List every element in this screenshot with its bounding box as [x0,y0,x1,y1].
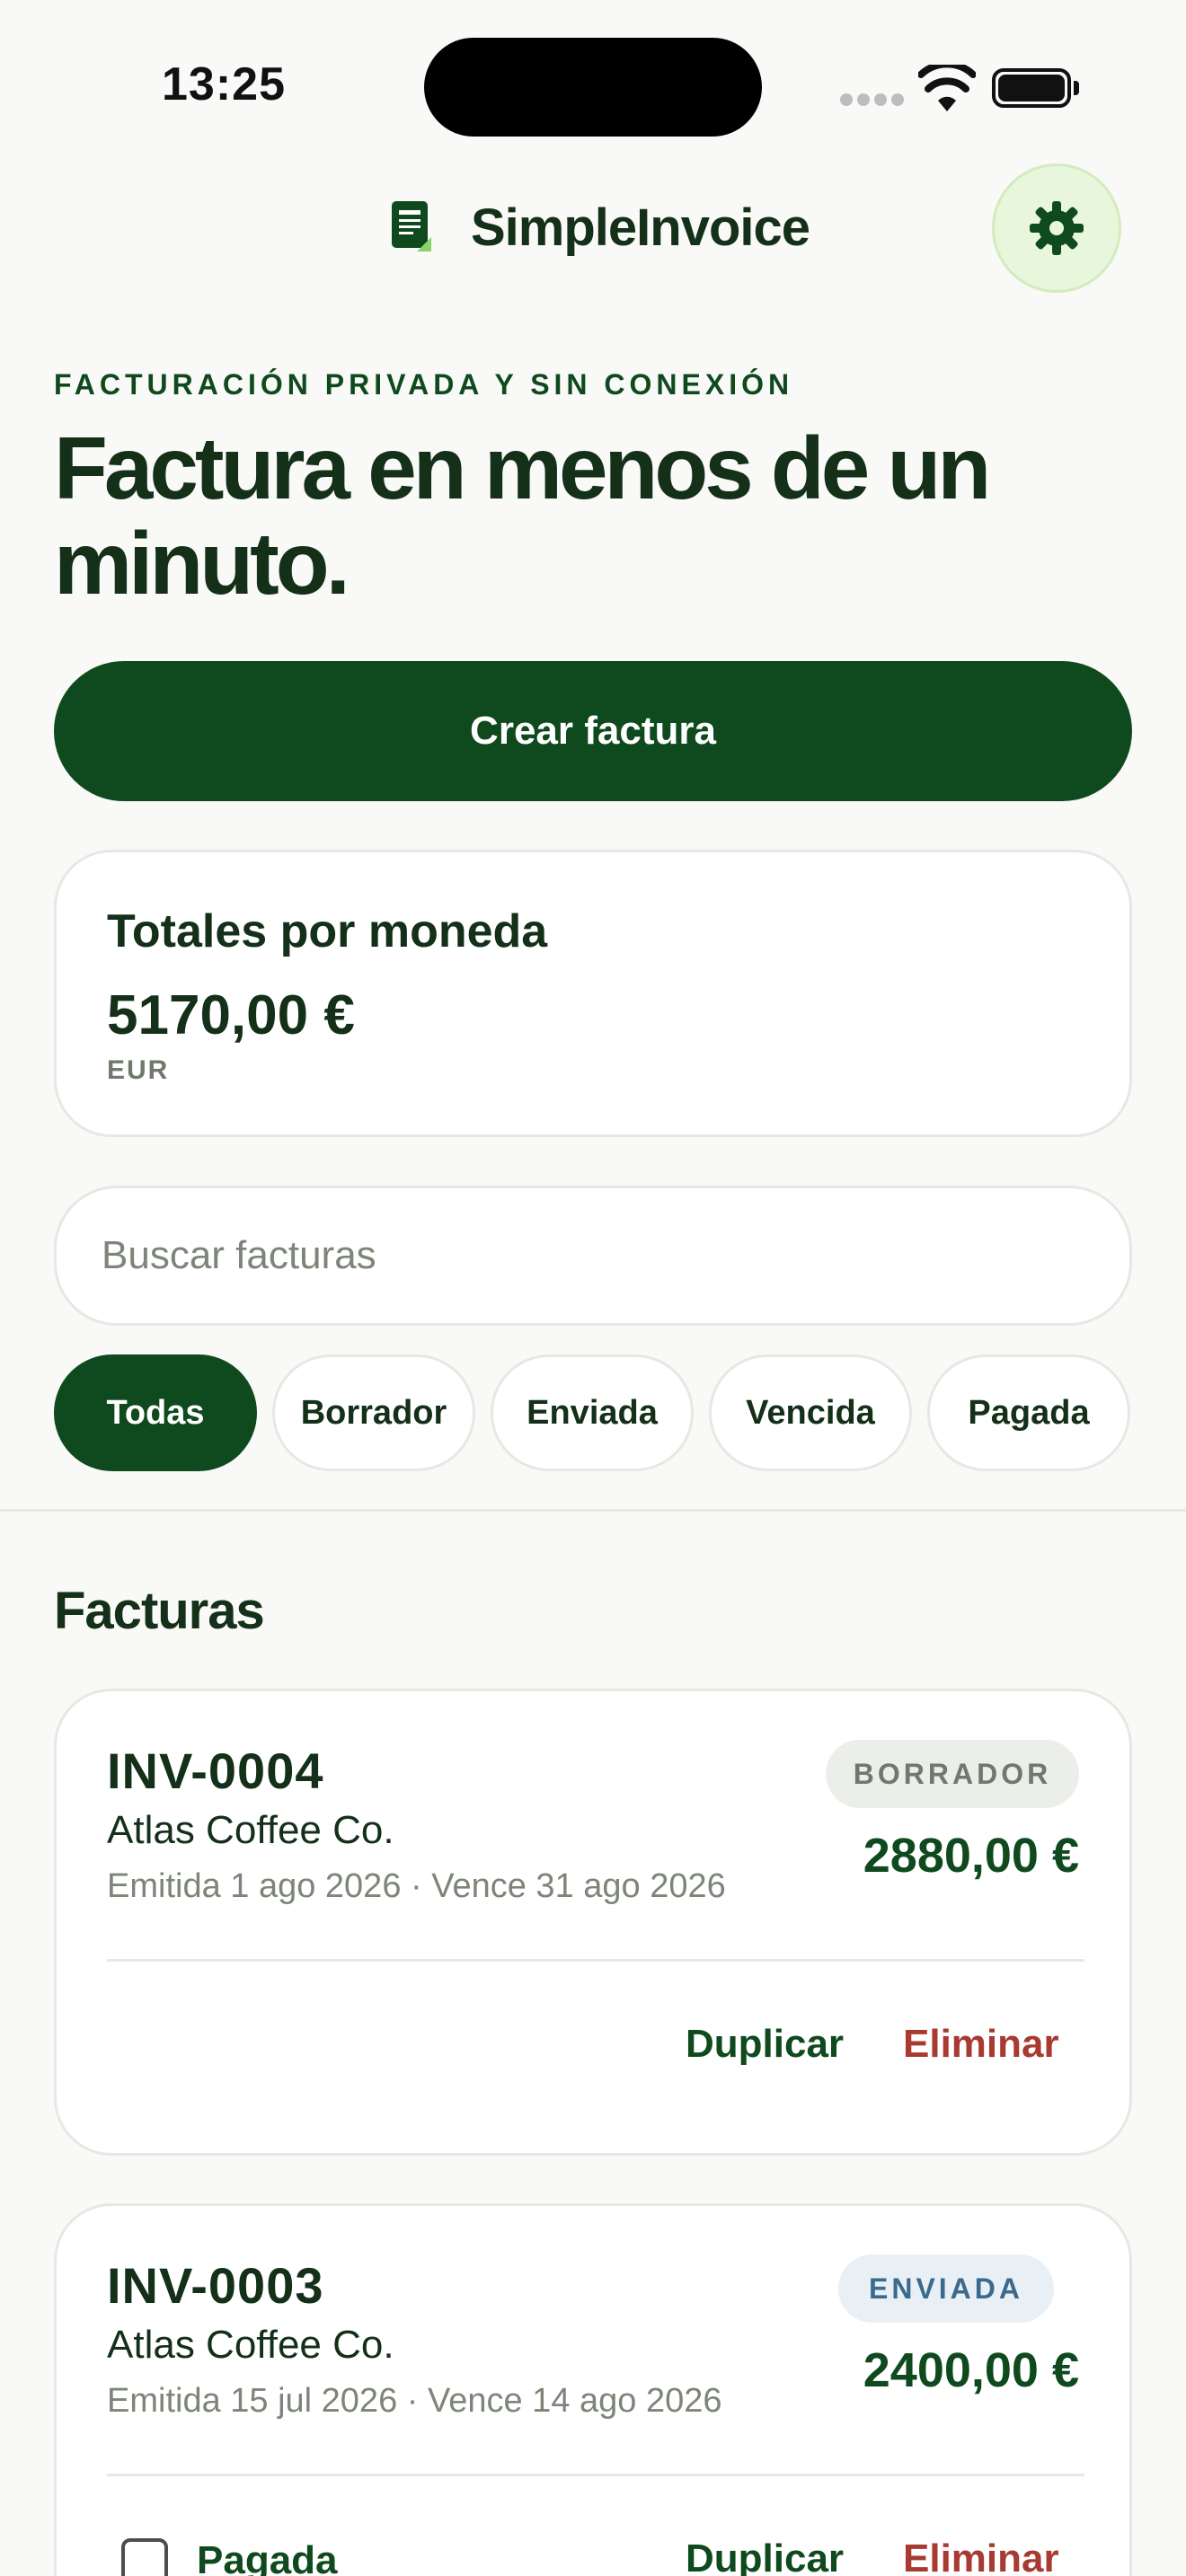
invoice-dates: Emitida 15 jul 2026 · Vence 14 ago 2026 [107,2382,722,2420]
invoice-client: Atlas Coffee Co. [107,2323,394,2367]
invoice-card[interactable]: INV-0004 Atlas Coffee Co. Emitida 1 ago … [54,1689,1132,2156]
status-badge: ENVIADA [838,2254,1054,2323]
cellular-signal-icon [840,93,904,106]
delete-button[interactable]: Eliminar [903,2536,1059,2576]
battery-icon [992,68,1079,108]
status-time: 13:25 [162,58,286,110]
filter-overdue[interactable]: Vencida [709,1354,912,1471]
duplicate-button[interactable]: Duplicar [686,2536,844,2576]
mark-paid-label[interactable]: Pagada [197,2538,338,2576]
card-divider [107,2474,1084,2476]
invoice-client: Atlas Coffee Co. [107,1808,394,1852]
page-headline: Factura en menos de un minuto. [54,419,991,613]
totals-title: Totales por moneda [107,905,548,957]
section-divider [0,1509,1186,1512]
totals-amount: 5170,00 € [107,984,355,1046]
delete-button[interactable]: Eliminar [903,2022,1059,2067]
search-input[interactable] [54,1186,1132,1326]
invoice-card[interactable]: INV-0003 Atlas Coffee Co. Emitida 15 jul… [54,2203,1132,2576]
invoice-number: INV-0003 [107,2257,324,2314]
settings-button[interactable] [992,163,1121,293]
wifi-icon [918,65,976,111]
totals-card: Totales por moneda 5170,00 € EUR [54,850,1132,1137]
dynamic-island [424,38,762,137]
invoice-number: INV-0004 [107,1742,324,1799]
gear-icon [1030,201,1084,255]
filter-paid[interactable]: Pagada [927,1354,1130,1471]
invoice-amount: 2400,00 € [863,2343,1079,2397]
checkbox-icon[interactable] [121,2538,168,2576]
filter-all[interactable]: Todas [54,1354,257,1471]
tagline: FACTURACIÓN PRIVADA Y SIN CONEXIÓN [54,368,794,401]
filter-draft[interactable]: Borrador [272,1354,475,1471]
create-invoice-button[interactable]: Crear factura [54,661,1132,801]
card-divider [107,1959,1084,1962]
status-filter-bar: Todas Borrador Enviada Vencida Pagada [54,1354,1132,1471]
filter-sent[interactable]: Enviada [491,1354,694,1471]
document-icon [392,201,431,251]
app-title: SimpleInvoice [471,198,810,257]
app-header: SimpleInvoice [0,163,1186,293]
status-bar: 13:25 [0,0,1186,171]
invoice-amount: 2880,00 € [863,1829,1079,1883]
totals-currency: EUR [107,1055,170,1085]
status-badge: BORRADOR [826,1740,1079,1808]
invoices-section-title: Facturas [54,1582,265,1640]
invoice-dates: Emitida 1 ago 2026 · Vence 31 ago 2026 [107,1867,726,1905]
duplicate-button[interactable]: Duplicar [686,2022,844,2067]
